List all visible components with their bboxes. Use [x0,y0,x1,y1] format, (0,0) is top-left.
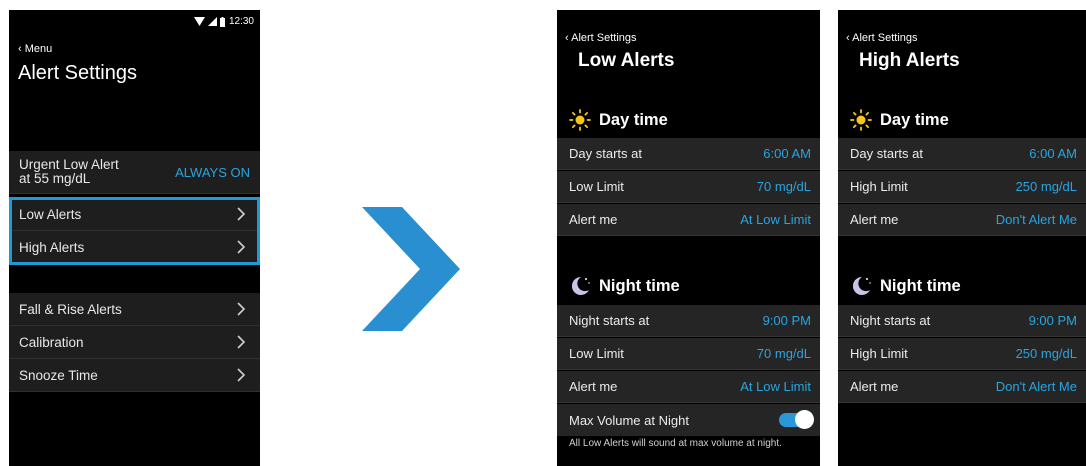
day-time-header: Day time [557,103,820,137]
menu-item-low-alerts[interactable]: Low Alerts [9,198,260,231]
row-value: 250 mg/dL [1015,179,1077,194]
night-time-header: Night time [557,269,820,303]
page-title: Alert Settings [18,62,137,84]
night-alert-me-row[interactable]: Alert me Don't Alert Me [838,371,1086,403]
day-high-limit-row[interactable]: High Limit 250 mg/dL [838,171,1086,203]
back-chevron-icon: ‹ [18,43,22,55]
sun-icon [569,109,591,131]
row-value: 70 mg/dL [756,346,811,361]
row-label: Day starts at [850,146,923,161]
urgent-status-value: ALWAYS ON [175,164,250,180]
row-value: At Low Limit [740,212,811,227]
page-title: High Alerts [859,50,960,71]
back-button[interactable]: ‹ Alert Settings [565,32,637,44]
row-label: Alert me [569,379,618,394]
menu-item-label: High Alerts [19,239,85,255]
menu-item-label: Snooze Time [19,367,98,383]
chevron-right-icon [237,368,246,382]
urgent-label-line2: at 55 mg/dL [19,171,91,186]
max-volume-toggle[interactable] [779,410,814,429]
urgent-low-alert-row: Urgent Low Alert at 55 mg/dL ALWAYS ON [9,151,260,194]
back-label: Menu [24,43,53,55]
back-chevron-icon: ‹ [846,32,850,44]
row-value: 250 mg/dL [1015,346,1077,361]
day-start-row[interactable]: Day starts at 6:00 AM [838,138,1086,170]
page-title: Low Alerts [578,50,675,71]
section-title: Night time [599,276,680,295]
next-arrow-icon [362,207,460,331]
day-alert-me-row[interactable]: Alert me Don't Alert Me [838,204,1086,236]
night-high-limit-row[interactable]: High Limit 250 mg/dL [838,338,1086,370]
row-value: 9:00 PM [1028,313,1077,328]
sun-icon [850,109,872,131]
night-time-header: Night time [838,269,1086,303]
row-value: 6:00 AM [763,146,811,161]
row-label: Max Volume at Night [569,412,689,428]
section-title: Day time [599,110,668,129]
row-value: Don't Alert Me [995,212,1077,227]
day-time-header: Day time [838,103,1086,137]
low-alerts-screen: ‹ Alert Settings Low Alerts Day time Day… [557,10,820,466]
menu-item-fall-rise-alerts[interactable]: Fall & Rise Alerts [9,293,260,326]
row-label: Alert me [850,379,899,394]
chevron-right-icon [237,240,246,254]
night-alert-me-row[interactable]: Alert me At Low Limit [557,371,820,403]
row-value: 70 mg/dL [756,179,811,194]
row-label: Alert me [850,212,899,227]
back-label: Alert Settings [852,32,918,44]
back-button[interactable]: ‹ Menu [18,43,52,55]
back-chevron-icon: ‹ [565,32,569,44]
row-label: Low Limit [569,179,624,194]
day-start-row[interactable]: Day starts at 6:00 AM [557,138,820,170]
max-volume-footnote: All Low Alerts will sound at max volume … [569,438,782,449]
back-button[interactable]: ‹ Alert Settings [846,32,918,44]
menu-item-snooze-time[interactable]: Snooze Time [9,359,260,392]
menu-item-label: Calibration [19,334,84,350]
battery-icon [219,16,225,27]
signal-icon [207,17,217,26]
row-label: Night starts at [850,313,931,328]
section-title: Night time [880,276,961,295]
row-value: At Low Limit [740,379,811,394]
night-low-limit-row[interactable]: Low Limit 70 mg/dL [557,338,820,370]
wifi-icon [193,17,205,26]
status-bar: 12:30 [193,16,254,27]
menu-item-high-alerts[interactable]: High Alerts [9,231,260,264]
status-time: 12:30 [228,16,254,27]
moon-icon [571,276,590,295]
row-label: Alert me [569,212,618,227]
night-start-row[interactable]: Night starts at 9:00 PM [838,305,1086,337]
high-alerts-screen: ‹ Alert Settings High Alerts Day time Da… [838,10,1086,466]
chevron-right-icon [237,302,246,316]
day-alert-me-row[interactable]: Alert me At Low Limit [557,204,820,236]
chevron-right-icon [237,207,246,221]
moon-icon [852,276,871,295]
menu-item-label: Low Alerts [19,206,82,222]
row-label: Night starts at [569,313,650,328]
menu-item-label: Fall & Rise Alerts [19,301,122,317]
row-label: High Limit [850,179,908,194]
alert-settings-screen: 12:30 ‹ Menu Alert Settings Urgent Low A… [9,10,260,466]
row-label: High Limit [850,346,908,361]
row-value: 9:00 PM [762,313,811,328]
row-value: 6:00 AM [1029,146,1077,161]
urgent-label-line1: Urgent Low Alert [19,157,119,172]
back-label: Alert Settings [571,32,637,44]
chevron-right-icon [237,335,246,349]
section-title: Day time [880,110,949,129]
menu-item-calibration[interactable]: Calibration [9,326,260,359]
day-low-limit-row[interactable]: Low Limit 70 mg/dL [557,171,820,203]
night-start-row[interactable]: Night starts at 9:00 PM [557,305,820,337]
toggle-knob [795,410,814,429]
row-label: Low Limit [569,346,624,361]
max-volume-row: Max Volume at Night [557,404,820,436]
row-label: Day starts at [569,146,642,161]
row-value: Don't Alert Me [995,379,1077,394]
